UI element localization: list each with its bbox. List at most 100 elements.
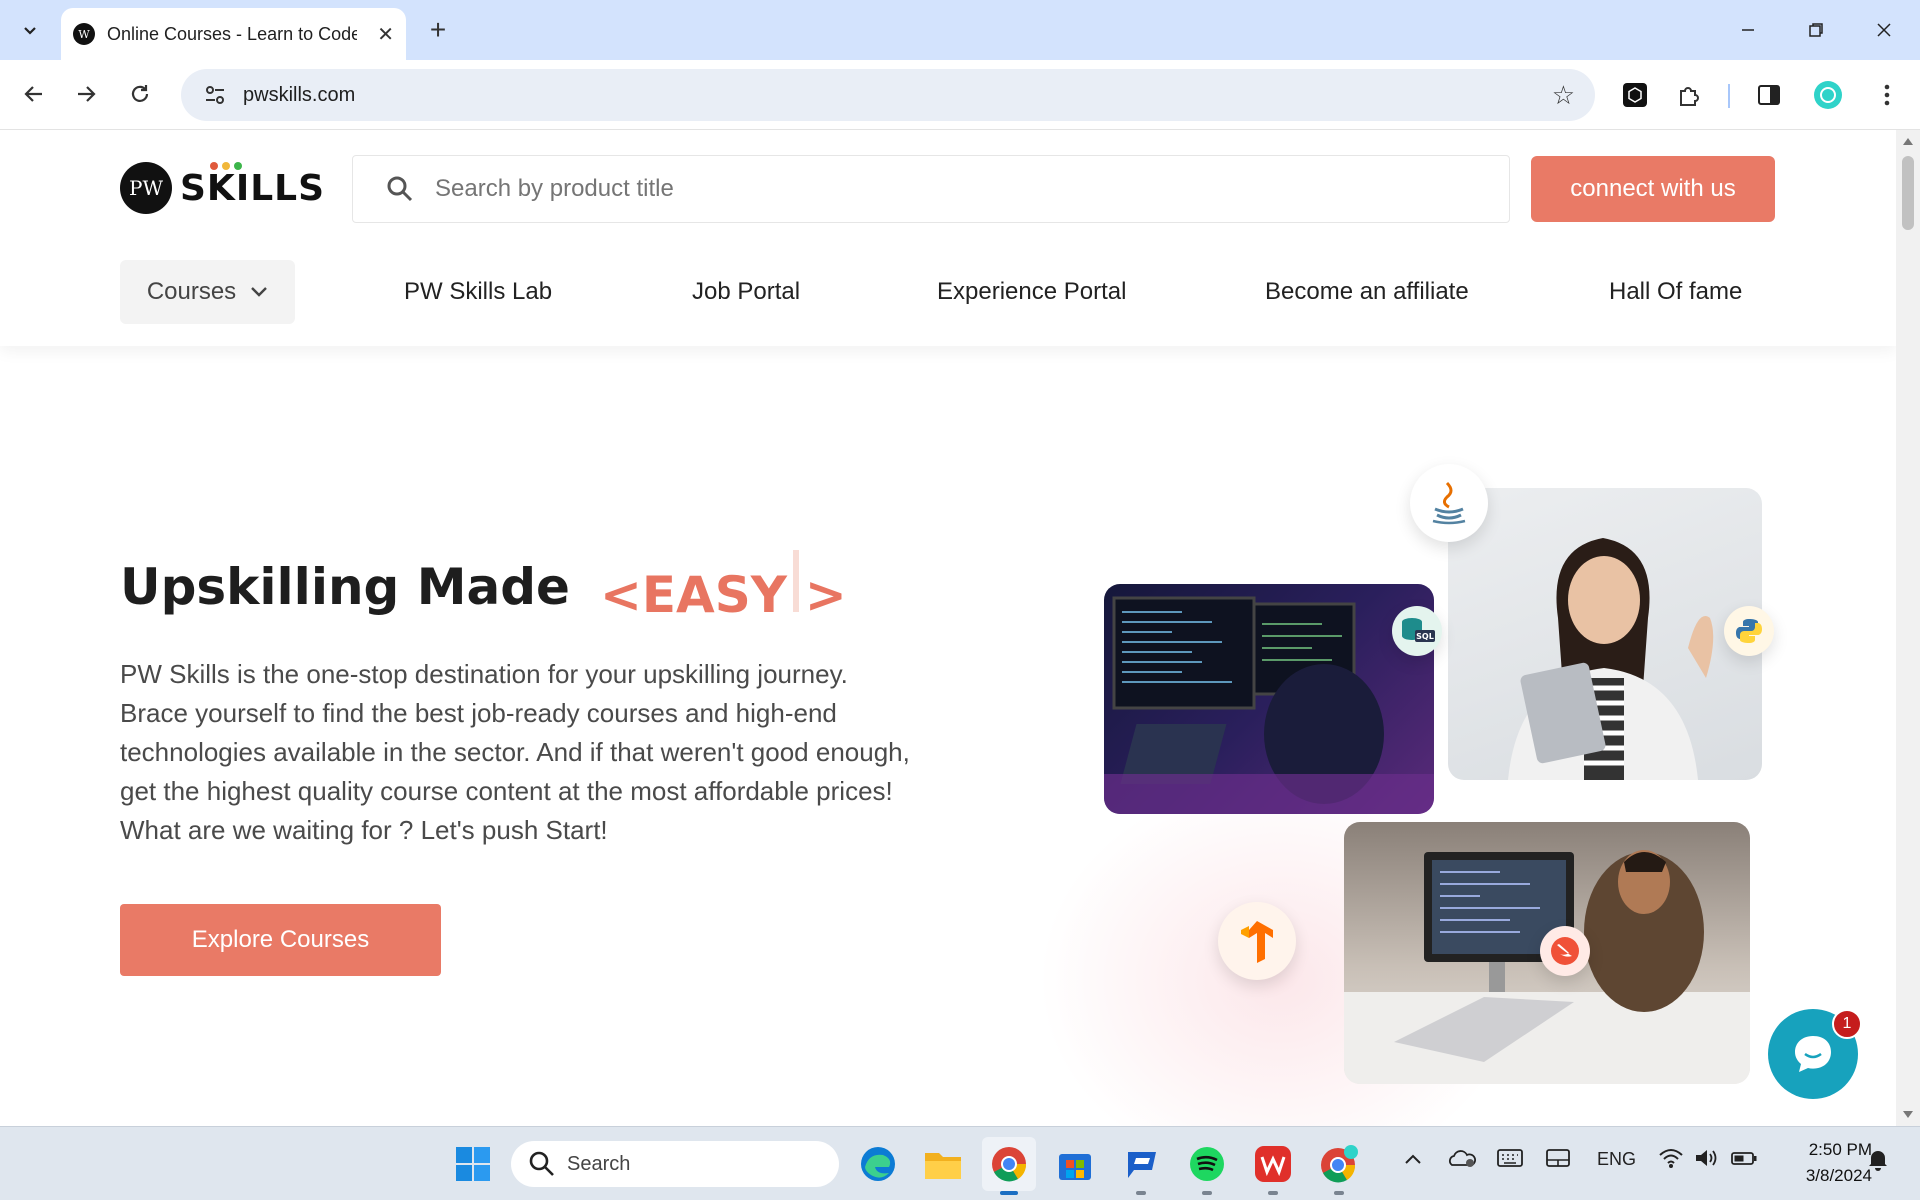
back-button[interactable] xyxy=(14,74,54,114)
system-clock[interactable]: 2:50 PM 3/8/2024 xyxy=(1772,1137,1872,1189)
windows-taskbar: Search ENG 2:50 PM 3/8/2024 xyxy=(0,1126,1920,1200)
hero-desc-line: Brace yourself to find the best job-read… xyxy=(120,698,837,728)
minimize-icon xyxy=(1742,29,1754,31)
taskbar-search-label: Search xyxy=(567,1152,631,1175)
java-icon xyxy=(1410,464,1488,542)
chrome-menu-button[interactable] xyxy=(1870,78,1904,112)
courses-dropdown[interactable]: Courses xyxy=(120,260,295,324)
logo-pw-mark: PW xyxy=(120,162,172,214)
woman-with-laptop-photo xyxy=(1448,488,1762,780)
windows-logo-icon xyxy=(456,1147,490,1181)
folder-icon xyxy=(925,1153,961,1179)
volume-icon[interactable] xyxy=(1693,1147,1719,1174)
nav-experience-portal[interactable]: Experience Portal xyxy=(937,278,1126,306)
courses-label: Courses xyxy=(146,278,237,305)
taskbar-ms-store[interactable] xyxy=(1048,1137,1102,1191)
scrollbar-thumb[interactable] xyxy=(1902,156,1914,230)
nav-pw-skills-lab[interactable]: PW Skills Lab xyxy=(404,278,552,306)
taskbar-wps[interactable] xyxy=(1246,1137,1300,1195)
taskbar-file-explorer[interactable] xyxy=(916,1137,970,1191)
taskbar-chrome[interactable] xyxy=(982,1137,1036,1195)
taskbar-search[interactable]: Search xyxy=(511,1141,839,1187)
clock-time: 2:50 PM xyxy=(1808,1140,1872,1159)
new-tab-button[interactable]: + xyxy=(420,12,456,48)
scroll-down-arrow[interactable] xyxy=(1903,1111,1913,1118)
tab-title: Online Courses - Learn to Code xyxy=(107,23,357,44)
cube-icon xyxy=(1623,83,1647,107)
product-search[interactable] xyxy=(352,155,1510,223)
tensorflow-icon xyxy=(1218,902,1296,980)
browser-toolbar: pwskills.com ☆ xyxy=(0,60,1920,130)
url-text[interactable]: pwskills.com xyxy=(243,84,355,107)
onedrive-icon[interactable] xyxy=(1448,1147,1476,1174)
chrome-profile-icon xyxy=(1321,1145,1358,1183)
close-window-button[interactable] xyxy=(1854,8,1914,52)
hero-desc-line: technologies available in the sector. An… xyxy=(120,737,910,767)
taskbar-edge[interactable] xyxy=(851,1137,905,1191)
page-viewport: PW SKILLS connect with us Courses PW Ski… xyxy=(0,130,1896,1126)
explore-courses-button[interactable]: Explore Courses xyxy=(120,904,441,976)
side-panel-button[interactable] xyxy=(1752,78,1786,112)
toolbar-divider xyxy=(1728,84,1730,108)
chat-unread-badge: 1 xyxy=(1832,1009,1862,1039)
reload-button[interactable] xyxy=(120,74,160,114)
site-info-button[interactable] xyxy=(195,84,235,106)
search-input[interactable] xyxy=(435,175,1435,203)
minimize-button[interactable] xyxy=(1718,8,1778,52)
browser-tab-active[interactable]: W Online Courses - Learn to Code ✕ xyxy=(61,8,406,60)
nav-hall-of-fame[interactable]: Hall Of fame xyxy=(1609,278,1742,306)
restore-button[interactable] xyxy=(1786,8,1846,52)
close-icon xyxy=(1877,23,1891,37)
main-nav: Courses PW Skills Lab Job Portal Experie… xyxy=(0,260,1896,324)
nav-become-affiliate[interactable]: Become an affiliate xyxy=(1265,278,1469,306)
scroll-up-arrow[interactable] xyxy=(1903,138,1913,145)
notification-bell-icon[interactable] xyxy=(1866,1147,1890,1176)
taskbar-chat-app[interactable] xyxy=(1114,1137,1168,1195)
tab-search-button[interactable] xyxy=(10,12,50,48)
wps-icon xyxy=(1255,1146,1291,1182)
clock-date: 3/8/2024 xyxy=(1805,1166,1872,1185)
language-indicator[interactable]: ENG xyxy=(1597,1149,1636,1170)
logo-dots xyxy=(210,161,242,170)
hero-easy-text: <EASY > xyxy=(600,550,847,624)
chat-bubble-icon xyxy=(1795,1036,1831,1072)
search-icon xyxy=(529,1151,554,1176)
extensions-puzzle-button[interactable] xyxy=(1673,78,1707,112)
extension-icon[interactable] xyxy=(1618,78,1652,112)
spotify-icon xyxy=(1190,1147,1224,1181)
pw-skills-logo[interactable]: PW SKILLS xyxy=(120,160,325,216)
wifi-icon[interactable] xyxy=(1658,1147,1684,1174)
address-bar[interactable]: pwskills.com ☆ xyxy=(181,69,1595,121)
touchpad-icon[interactable] xyxy=(1545,1147,1571,1174)
start-button[interactable] xyxy=(446,1137,500,1191)
puzzle-icon xyxy=(1680,87,1699,106)
forward-button[interactable] xyxy=(66,74,106,114)
nav-job-portal[interactable]: Job Portal xyxy=(692,278,800,306)
easy-close: > xyxy=(804,566,847,624)
python-icon xyxy=(1724,606,1774,656)
running-indicator xyxy=(1334,1191,1344,1195)
connect-with-us-button[interactable]: connect with us xyxy=(1531,156,1775,222)
hero-desc-line: PW Skills is the one-stop destination fo… xyxy=(120,659,848,689)
search-icon xyxy=(385,174,415,204)
easy-open: <EASY xyxy=(599,566,787,624)
battery-icon[interactable] xyxy=(1730,1147,1758,1174)
site-favicon-icon: W xyxy=(73,23,95,45)
profile-avatar[interactable] xyxy=(1811,78,1845,112)
active-indicator xyxy=(1000,1191,1018,1195)
chat-widget-button[interactable]: 1 xyxy=(1768,1009,1862,1099)
keyboard-icon[interactable] xyxy=(1496,1147,1524,1174)
site-header: PW SKILLS connect with us Courses PW Ski… xyxy=(0,130,1896,346)
typing-cursor xyxy=(792,550,799,612)
swift-icon xyxy=(1540,926,1590,976)
taskbar-chrome-profile[interactable] xyxy=(1312,1137,1366,1195)
bookmark-star-icon[interactable]: ☆ xyxy=(1552,80,1575,111)
tray-overflow-chevron-icon[interactable] xyxy=(1404,1149,1422,1170)
page-scrollbar[interactable] xyxy=(1896,130,1920,1126)
chrome-icon xyxy=(992,1147,1027,1182)
edge-icon xyxy=(861,1147,895,1181)
tab-close-button[interactable]: ✕ xyxy=(377,22,394,47)
taskbar-spotify[interactable] xyxy=(1180,1137,1234,1195)
sql-database-icon: SQL xyxy=(1392,606,1442,656)
hero-desc-line: What are we waiting for ? Let's push Sta… xyxy=(120,815,608,845)
